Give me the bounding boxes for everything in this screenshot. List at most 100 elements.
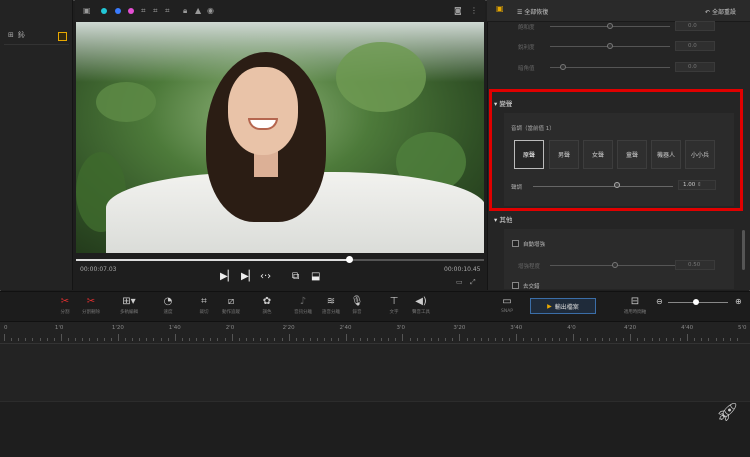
tool-label: 聲音工具 (412, 310, 430, 315)
sound-tool-button[interactable]: ◀) 聲音工具 (404, 296, 438, 315)
auto-enhance-checkbox[interactable] (512, 240, 519, 247)
tick (96, 338, 98, 341)
motion-tracking-button[interactable]: ⧄ 動作追蹤 (214, 296, 248, 315)
deinterlace-checkbox[interactable] (512, 282, 519, 289)
tool-label: 多軌編輯 (120, 310, 138, 315)
tick (224, 338, 226, 341)
restore-all-label[interactable]: ↶ 全部重設 (705, 7, 736, 16)
slider-knob[interactable] (560, 64, 566, 70)
play-prev-icon[interactable]: ▶▏ (220, 271, 235, 282)
lock-icon[interactable]: 🔒︎ (183, 6, 187, 16)
tick (494, 338, 496, 341)
color-dot-pink[interactable] (128, 8, 134, 14)
zoom-out-icon[interactable]: ⊖ (656, 297, 663, 306)
split-delete-button[interactable]: ✂ 分割刪除 (74, 296, 108, 315)
rocket-icon[interactable]: 🚀︎ (716, 402, 739, 423)
tick (452, 338, 454, 341)
value-input[interactable]: 0.0 (675, 41, 715, 51)
grid-tab[interactable]: ⊞ (8, 31, 14, 39)
row-label: 暗角值 (518, 66, 535, 72)
eye-icon[interactable]: ◉ (207, 6, 214, 15)
timeline-track[interactable] (0, 344, 750, 402)
speed-button[interactable]: ◔ 速度 (151, 296, 185, 315)
camera-icon[interactable]: ◙ (454, 6, 462, 15)
tool-label: SNAP (500, 309, 513, 314)
panel-toggle-icon[interactable] (58, 32, 67, 41)
tick-label: 1'40 (168, 325, 181, 331)
fit-timeline-button[interactable]: ⊟ 適用時間軸 (618, 296, 652, 315)
slider-knob[interactable] (607, 23, 613, 29)
slider-knob[interactable] (607, 43, 613, 49)
tick (32, 338, 34, 341)
other-section-header[interactable]: ▾ 其他 (494, 214, 512, 224)
library-tabs[interactable]: ⊞ 鈊 (8, 30, 25, 40)
fullscreen-icon[interactable]: ⧉ (292, 271, 299, 282)
enhance-slider-knob[interactable] (612, 262, 618, 268)
split-arrows-icon[interactable]: ‹·› (260, 271, 271, 282)
tick (217, 338, 219, 341)
tick (395, 338, 397, 341)
reset-all-label[interactable]: ☰ 全部恢復 (517, 7, 548, 16)
mountain-icon[interactable]: ▲ (195, 6, 201, 15)
more-icon[interactable]: ⋮ (470, 6, 478, 15)
enhance-value-input[interactable]: 0.50 (675, 260, 715, 270)
layout-icon: ⊞▾ (122, 296, 136, 307)
tick (651, 338, 653, 341)
tick (487, 338, 489, 341)
value-input[interactable]: 0.0 (675, 21, 715, 31)
screen-icon[interactable]: ▭ (456, 278, 463, 286)
crop-icon[interactable]: ⌗ (165, 6, 170, 16)
color-button[interactable]: ✿ 調色 (250, 296, 284, 315)
audio-denoise-icon: ≋ (326, 296, 336, 307)
tool-label: 錄音 (352, 310, 362, 315)
export-button[interactable]: ▶ 輸出檔案 (530, 298, 596, 314)
panel-toggle-icon[interactable]: ▣ (496, 4, 504, 13)
tick (345, 334, 347, 341)
fit-icon: ⊟ (630, 296, 640, 307)
snapshot-button[interactable]: ▭ SNAP (490, 296, 524, 314)
color-dot-blue[interactable] (115, 8, 121, 14)
tick (352, 338, 354, 341)
value-input[interactable]: 0.0 (675, 62, 715, 72)
play-icon[interactable]: ▶▏ (241, 271, 256, 282)
tick (551, 338, 553, 341)
mic-icon: 🎙︎ (350, 296, 364, 307)
tick (238, 338, 240, 341)
tick (117, 334, 119, 341)
crop-icon[interactable]: ⌗ (153, 6, 158, 16)
slider-track[interactable] (550, 67, 670, 68)
image-icon[interactable]: ▣ (83, 6, 91, 15)
sound-icon: ◀) (415, 296, 427, 307)
tick (615, 338, 617, 341)
multitrack-button[interactable]: ⊞▾ 多軌編輯 (112, 296, 146, 315)
tick (423, 338, 425, 341)
video-preview[interactable] (76, 22, 484, 253)
tick (203, 338, 205, 341)
tool-label: 分割 (60, 310, 70, 315)
tick-label: 5'0 (738, 325, 747, 331)
crop-icon[interactable]: ⌗ (141, 6, 146, 16)
tick (672, 338, 674, 341)
tick-label: 2'20 (282, 325, 295, 331)
split-delete-icon: ✂ (86, 296, 96, 307)
zoom-in-icon[interactable]: ⊕ (735, 297, 742, 306)
sort-tab[interactable]: 鈊 (18, 30, 25, 40)
tick (473, 338, 475, 341)
tick (39, 338, 41, 341)
color-dot-cyan[interactable] (101, 8, 107, 14)
tick (416, 338, 418, 341)
record-button[interactable]: 🎙︎ 錄音 (340, 296, 374, 315)
tick (302, 338, 304, 341)
tick (82, 338, 84, 341)
auto-enhance-label: 自動增強 (523, 242, 546, 248)
audio-split-icon: ♪ (299, 296, 307, 307)
scrollbar[interactable] (742, 230, 745, 270)
zoom-slider-knob[interactable] (693, 299, 699, 305)
tick (4, 334, 5, 341)
tick (559, 338, 560, 341)
expand-icon[interactable]: ⤢ (470, 278, 476, 287)
tick (509, 338, 511, 341)
save-frame-icon[interactable]: ⬓ (311, 271, 320, 282)
tick (139, 338, 141, 341)
face (228, 67, 298, 155)
